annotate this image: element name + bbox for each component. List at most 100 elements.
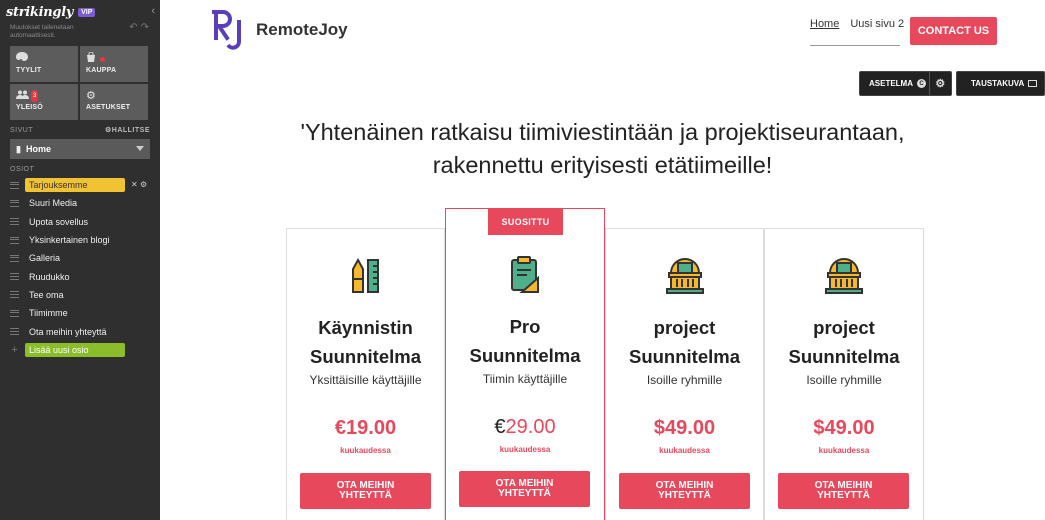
- gear-icon: ⚙: [86, 90, 96, 102]
- section-label: Ruudukko: [29, 271, 70, 282]
- contact-plan-button[interactable]: OTA MEIHIN YHTEYTTÄ: [459, 471, 590, 507]
- plan-price: €29.00: [446, 416, 604, 439]
- plan-title-line2: Suunnitelma: [309, 346, 421, 367]
- sidebar-tiles: TYYLIT KAUPPA 3 YLEISÖ ⚙ ASETUKSET: [10, 46, 150, 120]
- pricing-card: project Suunnitelma Isoille ryhmille $49…: [605, 228, 764, 520]
- brand-logo: strikingly: [6, 4, 74, 20]
- tile-styles[interactable]: TYYLIT: [10, 46, 78, 82]
- plan-title: project Suunnitelma: [606, 313, 763, 371]
- site-nav: Home Uusi sivu 2: [810, 18, 915, 30]
- tile-label: ASETUKSET: [86, 104, 131, 111]
- drag-handle-icon[interactable]: [10, 181, 19, 189]
- contact-plan-button[interactable]: OTA MEIHIN YHTEYTTÄ: [778, 473, 909, 509]
- plan-title-line2: Suunnitelma: [628, 346, 740, 367]
- pages-label: SIVUT: [10, 126, 34, 134]
- section-item[interactable]: Tee oma: [0, 286, 160, 304]
- drag-handle-icon[interactable]: [10, 254, 19, 262]
- chevron-down-icon: [136, 146, 144, 151]
- plan-price: €19.00: [334, 417, 397, 439]
- manage-pages-link[interactable]: ⚙HALLITSE: [105, 126, 150, 134]
- section-label: Tiimimme: [29, 308, 68, 319]
- plan-title-line1: project: [653, 317, 716, 338]
- sections-label: OSIOT: [10, 166, 35, 173]
- vip-badge: VIP: [78, 7, 96, 17]
- contact-plan-button[interactable]: OTA MEIHIN YHTEYTTÄ: [300, 473, 431, 509]
- section-item[interactable]: Suuri Media: [0, 194, 160, 212]
- section-item[interactable]: Ruudukko: [0, 267, 160, 285]
- layout-variant-badge: C: [917, 79, 926, 88]
- logo-text: RemoteJoy: [256, 20, 348, 39]
- collapse-sidebar-icon[interactable]: ‹: [151, 5, 155, 17]
- section-label: Yksinkertainen blogi: [29, 235, 110, 246]
- drag-handle-icon[interactable]: [10, 199, 19, 207]
- sidebar-header: strikingly VIP ‹: [0, 0, 160, 24]
- plan-period: kuukaudessa: [818, 446, 870, 455]
- layout-label: ASETELMA: [869, 79, 913, 88]
- section-label: Galleria: [29, 253, 61, 264]
- drag-handle-icon[interactable]: [10, 309, 19, 317]
- plan-title-line2: Suunnitelma: [788, 346, 900, 367]
- plan-period: kuukaudessa: [340, 446, 391, 455]
- people-icon: [16, 90, 29, 99]
- editor-sidebar: strikingly VIP ‹ Muutokset tallenetaan a…: [0, 0, 160, 520]
- drag-handle-icon[interactable]: [10, 273, 19, 281]
- building-icon: [765, 257, 923, 295]
- autosave-row: Muutokset tallenetaan automaattisesti. ↶…: [0, 23, 160, 46]
- plan-subtitle: Yksittäisille käyttäjille: [309, 373, 422, 387]
- layout-label-wrap: ASETELMA C: [860, 72, 929, 95]
- section-actions: ✕ ⚙: [131, 180, 147, 189]
- headline-line: 'Yhtenäinen ratkaisu tiimiviestintään ja…: [300, 119, 905, 145]
- site-preview: RemoteJoy Home Uusi sivu 2 CONTACT US AS…: [160, 0, 1045, 520]
- plan-price: $49.00: [653, 417, 716, 439]
- nav-link-page2[interactable]: Uusi sivu 2: [850, 18, 904, 30]
- pricing-card-featured: SUOSITTU Pro Suunnitelma Tiimin käyttäji…: [445, 208, 605, 520]
- image-icon: [1028, 80, 1038, 87]
- drag-handle-icon[interactable]: [10, 328, 19, 336]
- page-dropdown[interactable]: ▮ Home: [10, 139, 150, 159]
- pen-ruler-icon: [287, 258, 444, 294]
- background-image-button[interactable]: TAUSTAKUVA: [956, 71, 1045, 96]
- tile-settings[interactable]: ⚙ ASETUKSET: [80, 84, 148, 120]
- plan-title-line1: project: [813, 317, 875, 338]
- gear-icon[interactable]: ⚙: [928, 72, 951, 95]
- tile-label: KAUPPA: [86, 67, 117, 74]
- section-item[interactable]: Ota meihin yhteyttä: [0, 322, 160, 340]
- close-icon[interactable]: ✕: [131, 180, 138, 189]
- tile-icon-row: [86, 51, 142, 65]
- plan-title: project Suunnitelma: [765, 313, 923, 371]
- add-section-button[interactable]: + Lisää uusi osio: [0, 341, 160, 359]
- section-label: Upota sovellus: [29, 216, 89, 227]
- contact-us-button[interactable]: CONTACT US: [910, 17, 997, 45]
- plan-title-line2: Suunnitelma: [469, 345, 581, 366]
- drag-handle-icon[interactable]: [10, 218, 19, 226]
- nav-link-home[interactable]: Home: [810, 18, 839, 30]
- site-logo[interactable]: RemoteJoy: [212, 10, 348, 50]
- gear-icon[interactable]: ⚙: [140, 180, 147, 189]
- manage-label: HALLITSE: [111, 127, 150, 134]
- section-item[interactable]: Galleria: [0, 249, 160, 267]
- section-item[interactable]: Tiimimme: [0, 304, 160, 322]
- plan-title-line1: Käynnistin: [318, 317, 413, 338]
- popular-badge: SUOSITTU: [488, 209, 563, 235]
- add-section-label: Lisää uusi osio: [25, 342, 125, 357]
- layout-button[interactable]: ASETELMA C ⚙: [859, 71, 952, 96]
- drag-handle-icon[interactable]: [10, 291, 19, 299]
- section-label: Tee oma: [29, 289, 64, 300]
- undo-redo-icons[interactable]: ↶↷: [129, 23, 152, 46]
- plan-price: $49.00: [813, 417, 875, 439]
- section-item[interactable]: Yksinkertainen blogi: [0, 231, 160, 249]
- section-item[interactable]: Tarjouksemme ✕ ⚙: [0, 176, 160, 194]
- tile-label: YLEISÖ: [16, 104, 43, 111]
- tile-audience[interactable]: 3 YLEISÖ: [10, 84, 78, 120]
- headline-line: rakennettu erityisesti etätiimeille!: [432, 152, 773, 178]
- building-icon: [606, 257, 763, 295]
- drag-handle-icon[interactable]: [10, 236, 19, 244]
- audience-count-badge: 3: [31, 90, 39, 102]
- section-label: Tarjouksemme: [25, 178, 125, 193]
- tile-store[interactable]: KAUPPA: [80, 46, 148, 82]
- palette-icon: [16, 52, 72, 65]
- tile-icon-row: 3: [16, 90, 72, 102]
- plan-subtitle: Isoille ryhmille: [646, 373, 723, 387]
- contact-plan-button[interactable]: OTA MEIHIN YHTEYTTÄ: [619, 473, 750, 509]
- section-item[interactable]: Upota sovellus: [0, 213, 160, 231]
